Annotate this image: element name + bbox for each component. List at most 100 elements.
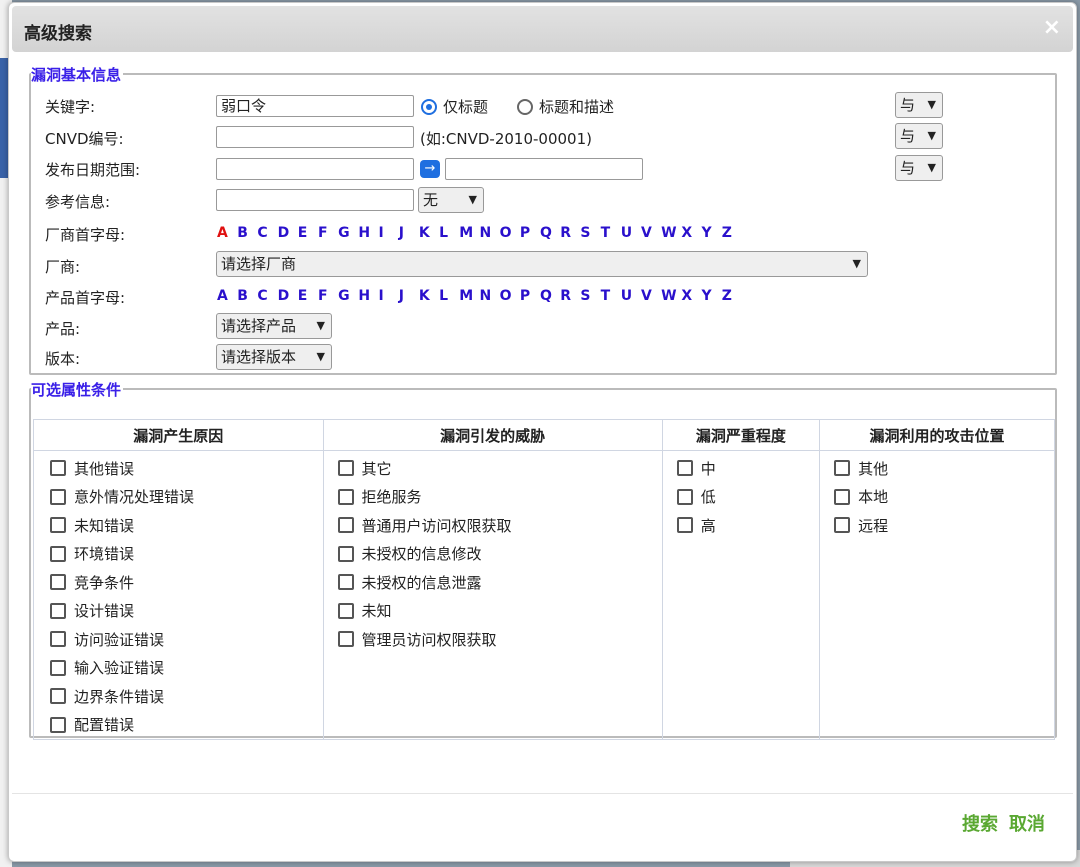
location-option[interactable]: 本地: [834, 483, 1054, 512]
checkbox[interactable]: [50, 631, 66, 648]
version-select[interactable]: 请选择版本 ▼: [216, 344, 332, 370]
severity-option[interactable]: 中: [676, 454, 819, 483]
product-letter-z[interactable]: Z: [722, 288, 742, 304]
cancel-button[interactable]: 取消: [1009, 810, 1045, 836]
product-letter-s[interactable]: S: [580, 288, 600, 304]
cnvd-logic-select[interactable]: 与 ▼: [895, 123, 943, 149]
threat-option[interactable]: 未授权的信息修改: [337, 540, 662, 569]
date-logic-select[interactable]: 与 ▼: [895, 155, 943, 181]
vendor-letter-v[interactable]: V: [641, 225, 661, 241]
threat-option[interactable]: 其它: [337, 454, 662, 483]
cause-option[interactable]: 设计错误: [50, 597, 323, 626]
product-letter-c[interactable]: C: [257, 288, 277, 304]
vendor-letter-a[interactable]: A: [217, 225, 237, 241]
checkbox[interactable]: [50, 488, 66, 505]
cause-option[interactable]: 输入验证错误: [50, 654, 323, 683]
checkbox[interactable]: [50, 460, 66, 477]
product-letter-k[interactable]: K: [419, 288, 439, 304]
product-letter-f[interactable]: F: [318, 288, 338, 304]
checkbox[interactable]: [834, 488, 851, 505]
cause-option[interactable]: 环境错误: [50, 540, 323, 569]
checkbox[interactable]: [337, 517, 354, 534]
threat-option[interactable]: 管理员访问权限获取: [337, 625, 662, 654]
checkbox[interactable]: [676, 517, 693, 534]
product-letter-j[interactable]: J: [399, 288, 419, 304]
vendor-letter-e[interactable]: E: [298, 225, 318, 241]
vendor-letter-s[interactable]: S: [580, 225, 600, 241]
checkbox[interactable]: [337, 488, 354, 505]
product-letter-a[interactable]: A: [217, 288, 237, 304]
severity-option[interactable]: 高: [676, 511, 819, 540]
product-select[interactable]: 请选择产品 ▼: [216, 313, 332, 339]
severity-option[interactable]: 低: [676, 483, 819, 512]
cause-option[interactable]: 其他错误: [50, 454, 323, 483]
vendor-letter-i[interactable]: I: [379, 225, 399, 241]
title-only-radio[interactable]: [421, 99, 437, 115]
checkbox[interactable]: [50, 574, 66, 591]
cause-option[interactable]: 未知错误: [50, 511, 323, 540]
product-letter-x[interactable]: X: [681, 288, 701, 304]
checkbox[interactable]: [337, 631, 354, 648]
checkbox[interactable]: [834, 460, 851, 477]
vendor-letter-m[interactable]: M: [459, 225, 479, 241]
checkbox[interactable]: [337, 602, 354, 619]
vendor-letter-h[interactable]: H: [358, 225, 378, 241]
vendor-letter-j[interactable]: J: [399, 225, 419, 241]
product-letter-w[interactable]: W: [661, 288, 681, 304]
vendor-letter-c[interactable]: C: [257, 225, 277, 241]
arrow-right-icon[interactable]: →: [420, 160, 440, 178]
product-letter-n[interactable]: N: [479, 288, 499, 304]
checkbox[interactable]: [50, 688, 66, 705]
cause-option[interactable]: 边界条件错误: [50, 682, 323, 711]
vendor-letter-t[interactable]: T: [601, 225, 621, 241]
vendor-letter-p[interactable]: P: [520, 225, 540, 241]
threat-option[interactable]: 未授权的信息泄露: [337, 568, 662, 597]
product-letter-q[interactable]: Q: [540, 288, 560, 304]
keyword-input[interactable]: 弱口令: [216, 95, 414, 117]
product-letter-t[interactable]: T: [601, 288, 621, 304]
threat-option[interactable]: 拒绝服务: [337, 483, 662, 512]
date-to-input[interactable]: [445, 158, 643, 180]
checkbox[interactable]: [337, 574, 354, 591]
product-letter-h[interactable]: H: [358, 288, 378, 304]
vendor-letter-x[interactable]: X: [681, 225, 701, 241]
vendor-letter-q[interactable]: Q: [540, 225, 560, 241]
product-letter-b[interactable]: B: [237, 288, 257, 304]
cause-option[interactable]: 访问验证错误: [50, 625, 323, 654]
checkbox[interactable]: [50, 602, 66, 619]
keyword-logic-select[interactable]: 与 ▼: [895, 92, 943, 118]
vendor-letter-k[interactable]: K: [419, 225, 439, 241]
vendor-letter-u[interactable]: U: [621, 225, 641, 241]
product-letter-u[interactable]: U: [621, 288, 641, 304]
product-letter-d[interactable]: D: [278, 288, 298, 304]
product-letter-v[interactable]: V: [641, 288, 661, 304]
product-letter-o[interactable]: O: [500, 288, 520, 304]
checkbox[interactable]: [337, 460, 354, 477]
product-letter-l[interactable]: L: [439, 288, 459, 304]
product-letter-i[interactable]: I: [379, 288, 399, 304]
checkbox[interactable]: [50, 716, 66, 733]
title-desc-radio[interactable]: [517, 99, 533, 115]
location-option[interactable]: 其他: [834, 454, 1054, 483]
threat-option[interactable]: 未知: [337, 597, 662, 626]
checkbox[interactable]: [50, 517, 66, 534]
location-option[interactable]: 远程: [834, 511, 1054, 540]
product-letter-r[interactable]: R: [560, 288, 580, 304]
vendor-letter-d[interactable]: D: [278, 225, 298, 241]
vendor-select[interactable]: 请选择厂商 ▼: [216, 251, 868, 277]
product-letter-g[interactable]: G: [338, 288, 358, 304]
checkbox[interactable]: [834, 517, 851, 534]
cnvd-input[interactable]: [216, 126, 414, 148]
product-letter-m[interactable]: M: [459, 288, 479, 304]
cause-option[interactable]: 意外情况处理错误: [50, 483, 323, 512]
vendor-letter-w[interactable]: W: [661, 225, 681, 241]
vendor-letter-r[interactable]: R: [560, 225, 580, 241]
vendor-letter-o[interactable]: O: [500, 225, 520, 241]
date-from-input[interactable]: [216, 158, 414, 180]
product-letter-p[interactable]: P: [520, 288, 540, 304]
search-button[interactable]: 搜索: [962, 810, 998, 836]
cause-option[interactable]: 配置错误: [50, 711, 323, 740]
close-icon[interactable]: ×: [1043, 17, 1061, 39]
reference-input[interactable]: [216, 189, 414, 211]
checkbox[interactable]: [50, 659, 66, 676]
